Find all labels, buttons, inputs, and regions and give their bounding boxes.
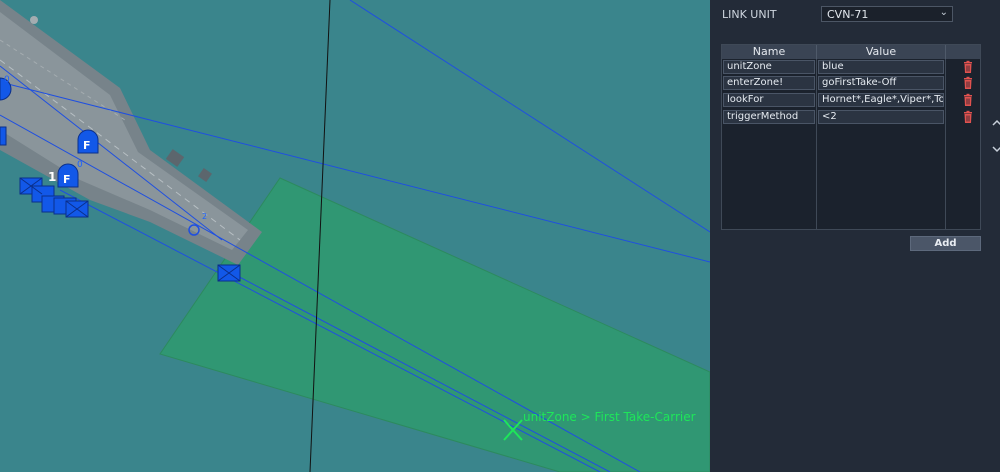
small-digit-a: 0 <box>77 160 83 170</box>
properties-panel: LINK UNIT CVN-71 ⌄ Name Value unitZone b… <box>710 0 1000 472</box>
row-value-cell[interactable]: <2 <box>818 110 944 124</box>
column-header-name[interactable]: Name <box>722 45 817 59</box>
small-digit-b: 2 <box>202 212 207 221</box>
aircraft-carrier[interactable] <box>0 0 262 265</box>
row-value-cell[interactable]: goFirstTake-Off <box>818 76 944 90</box>
trash-icon[interactable] <box>961 60 975 74</box>
row-name-cell[interactable]: lookFor <box>723 93 815 107</box>
link-unit-select[interactable]: CVN-71 ⌄ <box>821 6 953 22</box>
marker-letter-a: F <box>83 139 91 152</box>
row-name-cell[interactable]: unitZone <box>723 60 815 74</box>
column-header-value[interactable]: Value <box>817 45 946 59</box>
row-name-cell[interactable]: enterZone! <box>723 76 815 90</box>
zone-label: unitZone > First Take-Carrier <box>523 410 696 424</box>
chevron-up-icon[interactable] <box>992 119 1000 127</box>
chevron-down-icon: ⌄ <box>939 7 948 18</box>
unit-count-label: 1 <box>48 170 56 184</box>
add-button[interactable]: Add <box>910 236 981 251</box>
marker-letter-b: F <box>63 173 71 186</box>
row-value-cell[interactable]: Hornet*,Eagle*,Viper*,Tomcat* <box>818 93 944 107</box>
property-table: Name Value unitZone blue enterZone! goFi… <box>721 44 981 230</box>
trash-icon[interactable] <box>961 93 975 107</box>
chevron-down-icon[interactable] <box>992 145 1000 153</box>
column-header-actions <box>946 45 980 59</box>
row-value-cell[interactable]: blue <box>818 60 944 74</box>
link-unit-label: LINK UNIT <box>722 8 777 21</box>
map-canvas[interactable]: F F 1 0 0 2 unitZone > First Take-Carrie… <box>0 0 710 472</box>
mission-map[interactable]: F F 1 0 0 2 unitZone > First Take-Carrie… <box>0 0 710 472</box>
row-name-cell[interactable]: triggerMethod <box>723 110 815 124</box>
trash-icon[interactable] <box>961 76 975 90</box>
trash-icon[interactable] <box>961 110 975 124</box>
link-unit-value: CVN-71 <box>827 8 869 21</box>
small-digit-c: 0 <box>4 75 10 85</box>
